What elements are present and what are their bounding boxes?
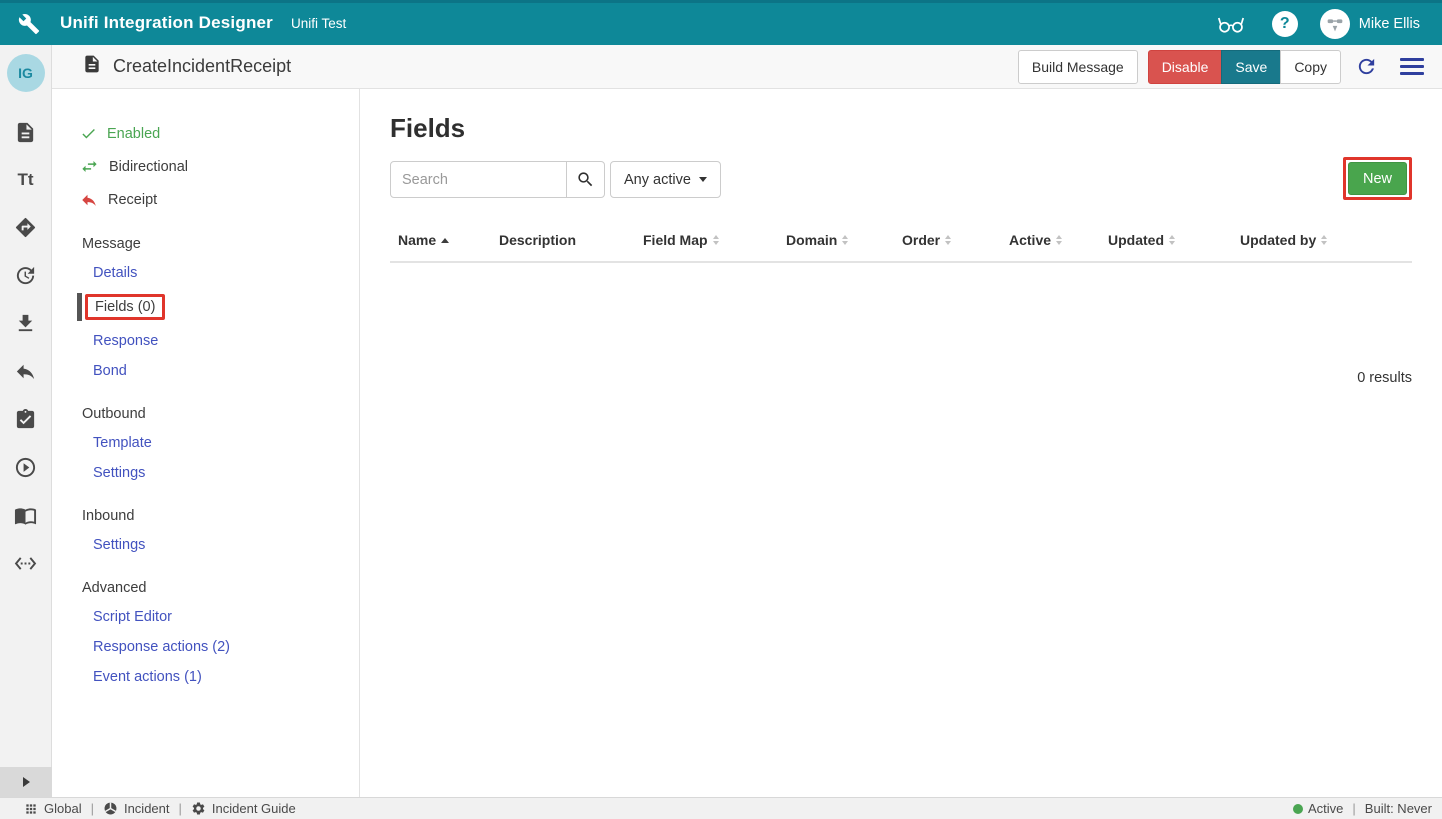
expand-arrow-icon bbox=[23, 777, 30, 787]
app-branding: Unifi Integration Designer Unifi Test bbox=[0, 13, 346, 35]
active-status-dot bbox=[1293, 804, 1303, 814]
text-format-icon[interactable]: Tt bbox=[17, 169, 33, 191]
annotation-box-new: New bbox=[1343, 157, 1412, 200]
nav-section-advanced: Advanced bbox=[52, 572, 359, 602]
sidebar-expand-button[interactable] bbox=[0, 767, 52, 797]
nav-link-bond[interactable]: Bond bbox=[52, 356, 359, 386]
active-indicator-bar bbox=[77, 293, 82, 321]
record-header: CreateIncidentReceipt Build Message Disa… bbox=[52, 45, 1442, 89]
search-input[interactable] bbox=[390, 161, 567, 198]
annotation-box-fields: Fields (0) bbox=[85, 294, 165, 320]
preview-glasses-icon[interactable] bbox=[1212, 8, 1250, 40]
column-header-field-map[interactable]: Field Map bbox=[643, 232, 786, 248]
nav-link-response[interactable]: Response bbox=[52, 326, 359, 356]
build-message-button[interactable]: Build Message bbox=[1018, 50, 1138, 84]
column-header-updated-by[interactable]: Updated by bbox=[1240, 232, 1412, 248]
sort-icon bbox=[713, 235, 719, 245]
active-status-label: Active bbox=[1308, 801, 1343, 816]
sort-icon bbox=[1321, 235, 1327, 245]
top-bar: Unifi Integration Designer Unifi Test ? bbox=[0, 0, 1442, 45]
sort-icon bbox=[842, 235, 848, 245]
record-action-group: Disable Save Copy bbox=[1148, 50, 1341, 84]
user-name: Mike Ellis bbox=[1359, 16, 1420, 32]
separator: | bbox=[1352, 801, 1355, 816]
side-nav: Enabled Bidirectional Receipt Message De… bbox=[52, 89, 360, 797]
icon-rail: IG Tt bbox=[0, 45, 52, 797]
active-filter-dropdown[interactable]: Any active bbox=[610, 161, 721, 198]
reply-icon[interactable] bbox=[14, 360, 37, 383]
sort-asc-icon bbox=[441, 238, 449, 243]
status-bar: Global | Incident | Incident Guide Activ… bbox=[0, 797, 1442, 819]
results-count: 0 results bbox=[390, 370, 1412, 386]
user-avatar bbox=[1320, 9, 1350, 39]
nav-status-receipt: Receipt bbox=[52, 183, 359, 216]
copy-button[interactable]: Copy bbox=[1280, 50, 1341, 84]
menu-icon[interactable] bbox=[1396, 53, 1428, 80]
nav-link-template[interactable]: Template bbox=[52, 428, 359, 458]
nav-link-script-editor[interactable]: Script Editor bbox=[52, 602, 359, 632]
download-icon[interactable] bbox=[14, 312, 37, 335]
disable-button[interactable]: Disable bbox=[1148, 50, 1223, 84]
column-header-domain[interactable]: Domain bbox=[786, 232, 902, 248]
application-selector[interactable]: Incident bbox=[103, 801, 170, 816]
nav-status-bidirectional: Bidirectional bbox=[52, 150, 359, 183]
nav-link-fields[interactable]: Fields (0) bbox=[95, 299, 155, 315]
column-header-name[interactable]: Name bbox=[398, 232, 499, 248]
nav-link-fields-active: Fields (0) bbox=[52, 289, 359, 325]
book-icon[interactable] bbox=[14, 504, 37, 527]
nav-link-inbound-settings[interactable]: Settings bbox=[52, 530, 359, 560]
user-menu[interactable]: Mike Ellis bbox=[1320, 9, 1420, 39]
new-button[interactable]: New bbox=[1348, 162, 1407, 195]
sort-icon bbox=[1056, 235, 1062, 245]
fields-panel: Fields Any active bbox=[360, 89, 1442, 797]
nav-link-event-actions[interactable]: Event actions (1) bbox=[52, 662, 359, 692]
swap-arrows-icon bbox=[80, 157, 99, 176]
nav-section-inbound: Inbound bbox=[52, 500, 359, 530]
column-header-active[interactable]: Active bbox=[1009, 232, 1108, 248]
check-icon bbox=[80, 125, 97, 142]
scope-selector[interactable]: Global bbox=[24, 801, 82, 816]
play-circle-icon[interactable] bbox=[14, 456, 37, 479]
search-group bbox=[390, 161, 605, 198]
environment-label: Unifi Test bbox=[291, 16, 346, 31]
nav-link-outbound-settings[interactable]: Settings bbox=[52, 458, 359, 488]
nav-section-message: Message bbox=[52, 228, 359, 258]
integration-avatar: IG bbox=[7, 54, 45, 92]
sort-icon bbox=[945, 235, 951, 245]
record-document-icon bbox=[82, 54, 102, 79]
receipt-reply-icon bbox=[80, 191, 98, 209]
nav-status-enabled: Enabled bbox=[52, 117, 359, 150]
column-header-updated[interactable]: Updated bbox=[1108, 232, 1240, 248]
guide-selector[interactable]: Incident Guide bbox=[191, 801, 296, 816]
sort-icon bbox=[1169, 235, 1175, 245]
built-status-label: Built: Never bbox=[1365, 801, 1432, 816]
grid-icon bbox=[24, 802, 38, 816]
nav-link-details[interactable]: Details bbox=[52, 258, 359, 288]
separator: | bbox=[91, 801, 94, 816]
code-icon[interactable] bbox=[14, 552, 37, 575]
refresh-icon[interactable] bbox=[1351, 51, 1382, 82]
wrench-icon bbox=[18, 13, 40, 35]
task-check-icon[interactable] bbox=[14, 408, 37, 431]
nav-link-response-actions[interactable]: Response actions (2) bbox=[52, 632, 359, 662]
separator: | bbox=[179, 801, 182, 816]
help-icon[interactable]: ? bbox=[1272, 11, 1298, 37]
chevron-down-icon bbox=[699, 177, 707, 182]
directions-icon[interactable] bbox=[14, 216, 37, 239]
search-icon bbox=[576, 170, 595, 189]
column-header-description[interactable]: Description bbox=[499, 232, 643, 248]
fields-table-header: Name Description Field Map Domain Order … bbox=[390, 218, 1412, 263]
column-header-order[interactable]: Order bbox=[902, 232, 1009, 248]
nav-section-outbound: Outbound bbox=[52, 398, 359, 428]
app-title: Unifi Integration Designer bbox=[60, 13, 273, 33]
pie-segments-icon bbox=[103, 801, 118, 816]
history-icon[interactable] bbox=[14, 264, 37, 287]
save-button[interactable]: Save bbox=[1221, 50, 1281, 84]
app-window: Unifi Integration Designer Unifi Test ? bbox=[0, 0, 1442, 819]
search-button[interactable] bbox=[566, 161, 605, 198]
record-title: CreateIncidentReceipt bbox=[113, 56, 291, 77]
document-icon[interactable] bbox=[14, 121, 37, 144]
page-title: Fields bbox=[390, 113, 1412, 144]
gear-icon bbox=[191, 801, 206, 816]
